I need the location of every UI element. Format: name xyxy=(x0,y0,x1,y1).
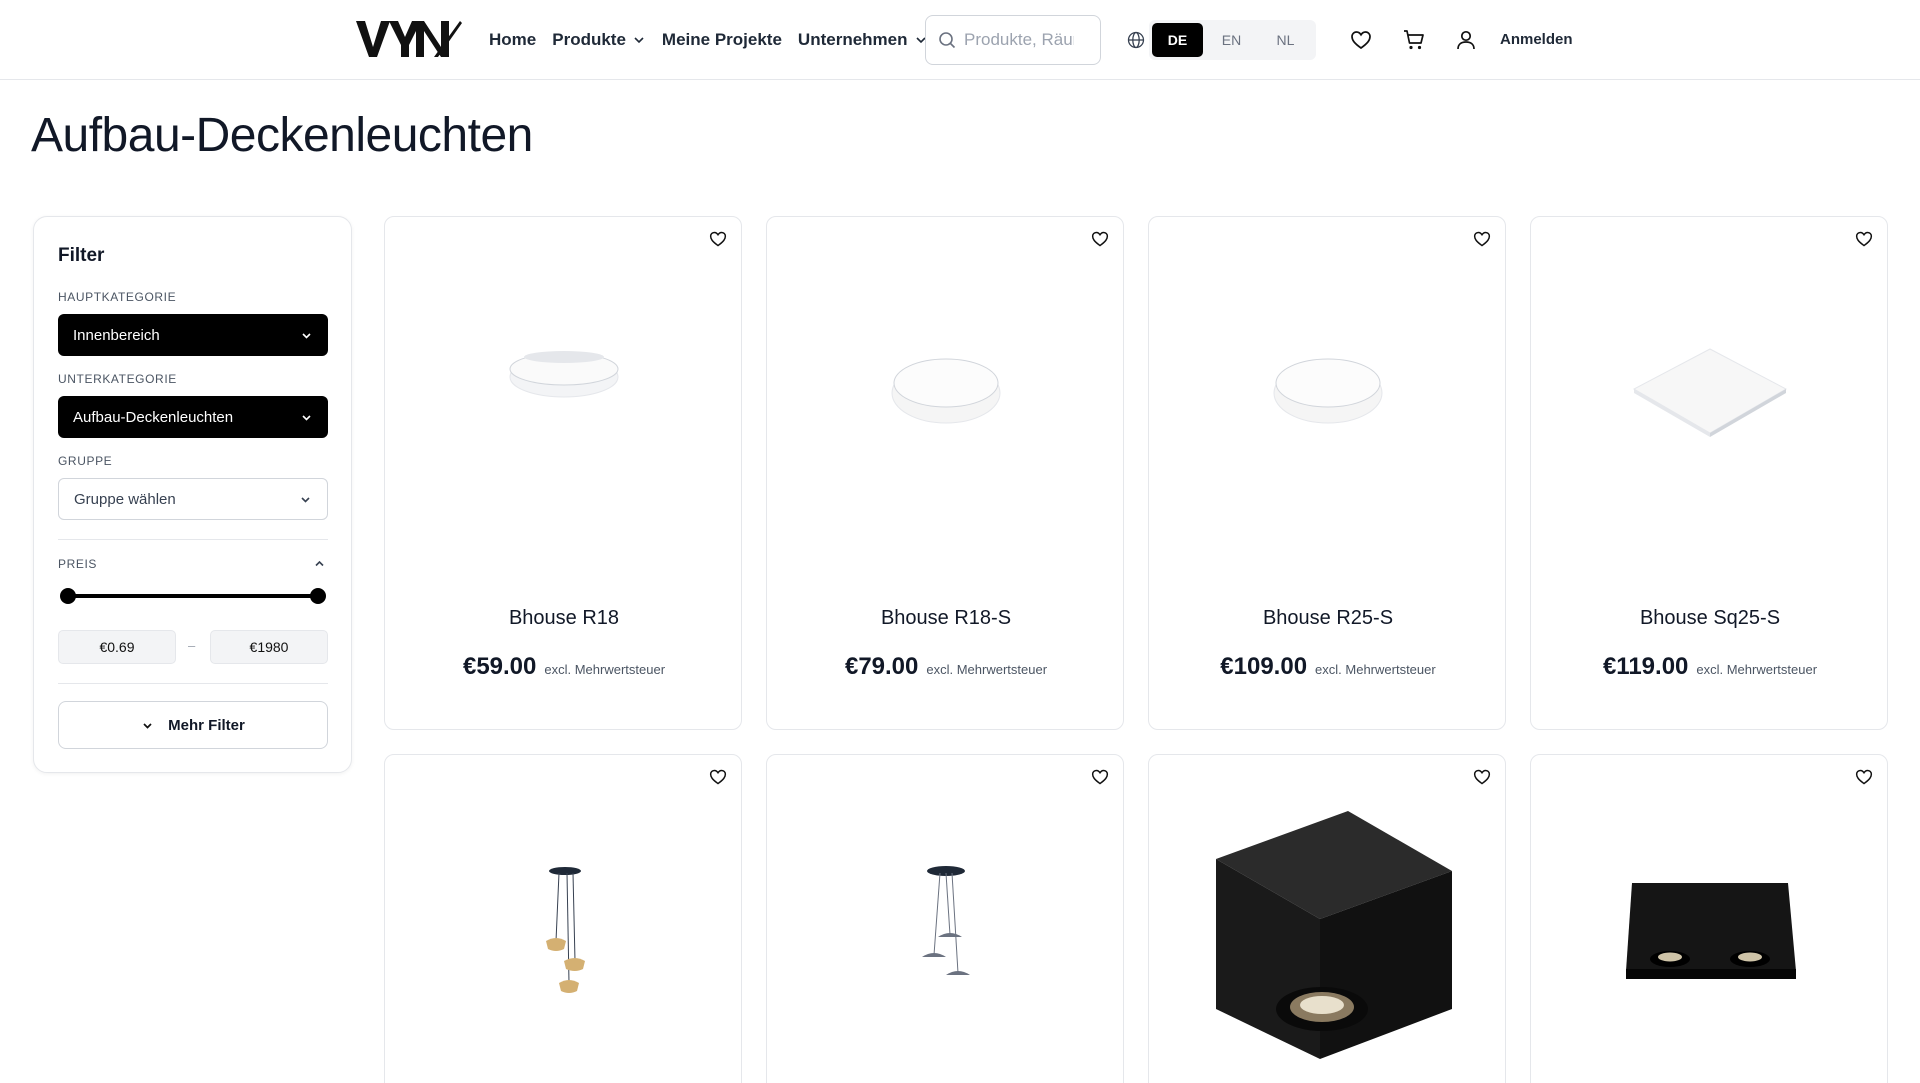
sub-category-label: UNTERKATEGORIE xyxy=(58,372,177,386)
filter-divider xyxy=(58,683,328,684)
price-separator: – xyxy=(188,638,196,653)
nav-unternehmen-label: Unternehmen xyxy=(797,30,908,49)
product-card[interactable] xyxy=(1530,754,1888,1083)
product-name: Bhouse Sq25-S xyxy=(1639,607,1781,629)
product-image xyxy=(1531,347,1887,437)
product-image xyxy=(385,865,741,1001)
product-price: €119.00 excl. Mehrwertsteuer xyxy=(1531,653,1887,681)
heart-icon[interactable] xyxy=(1473,230,1491,248)
heart-icon[interactable] xyxy=(1091,768,1109,786)
search-box[interactable] xyxy=(925,15,1101,65)
product-name: Bhouse R25-S xyxy=(1262,607,1394,629)
product-price: €59.00 excl. Mehrwertsteuer xyxy=(385,653,741,681)
sub-category-select[interactable]: Aufbau-Deckenleuchten xyxy=(58,396,328,438)
price-label: PREIS xyxy=(58,557,98,571)
heart-icon[interactable] xyxy=(709,768,727,786)
product-price-amount: €79.00 xyxy=(844,653,919,680)
heart-icon[interactable] xyxy=(709,230,727,248)
product-tax-note: excl. Mehrwertsteuer xyxy=(926,662,1048,677)
product-card[interactable]: Bhouse R25-S €109.00 excl. Mehrwertsteue… xyxy=(1148,216,1506,730)
price-max-value: €1980 xyxy=(249,639,289,655)
nav-meine-projekte-label: Meine Projekte xyxy=(661,30,782,49)
nav-home[interactable]: Home xyxy=(489,30,536,50)
product-image xyxy=(1149,355,1505,425)
product-price-amount: €119.00 xyxy=(1602,653,1689,680)
product-image xyxy=(1149,801,1505,1061)
lang-nl[interactable]: NL xyxy=(1260,23,1311,57)
main-nav: Home Produkte Meine Projekte Unternehmen xyxy=(489,0,928,80)
lang-en[interactable]: EN xyxy=(1206,23,1257,57)
product-tax-note: excl. Mehrwertsteuer xyxy=(1696,662,1818,677)
main-category-value: Innenbereich xyxy=(73,326,160,344)
price-slider-max-handle[interactable] xyxy=(310,588,326,604)
nav-unternehmen[interactable]: Unternehmen xyxy=(798,30,928,50)
chevron-down-icon xyxy=(302,332,311,339)
nav-meine-projekte[interactable]: Meine Projekte xyxy=(662,30,782,50)
chevron-down-icon xyxy=(143,722,152,729)
product-card[interactable]: Bhouse R18 €59.00 excl. Mehrwertsteuer xyxy=(384,216,742,730)
product-image xyxy=(767,355,1123,425)
more-filters-button[interactable]: Mehr Filter xyxy=(58,701,328,749)
chevron-up-icon[interactable] xyxy=(313,557,326,570)
lang-de[interactable]: DE xyxy=(1152,23,1203,57)
chevron-down-icon xyxy=(301,496,310,503)
cart-icon[interactable] xyxy=(1403,29,1425,51)
chevron-down-icon xyxy=(634,37,644,44)
globe-icon xyxy=(1127,31,1145,49)
page-title: Aufbau-Deckenleuchten xyxy=(31,109,533,162)
group-select[interactable]: Gruppe wählen xyxy=(58,478,328,520)
product-card[interactable]: Bhouse R18-S €79.00 excl. Mehrwertsteuer xyxy=(766,216,1124,730)
product-price: €79.00 excl. Mehrwertsteuer xyxy=(767,653,1123,681)
price-slider-min-handle[interactable] xyxy=(60,588,76,604)
heart-icon[interactable] xyxy=(1855,230,1873,248)
product-name: Bhouse R18-S xyxy=(880,607,1012,629)
price-max-input[interactable]: €1980 xyxy=(210,630,328,664)
product-tax-note: excl. Mehrwertsteuer xyxy=(544,662,666,677)
nav-produkte-label: Produkte xyxy=(552,30,626,49)
login-link[interactable]: Anmelden xyxy=(1500,31,1573,48)
filter-title: Filter xyxy=(58,245,105,266)
product-image xyxy=(385,347,741,403)
price-slider-track[interactable] xyxy=(68,594,318,598)
product-price-amount: €59.00 xyxy=(462,653,537,680)
main-category-label: HAUPTKATEGORIE xyxy=(58,290,177,304)
group-label: GRUPPE xyxy=(58,454,113,468)
nav-produkte[interactable]: Produkte xyxy=(552,30,646,50)
language-switcher: DE EN NL xyxy=(1149,20,1316,60)
product-name: Bhouse R18 xyxy=(508,607,620,629)
product-card[interactable] xyxy=(1148,754,1506,1083)
product-card[interactable]: Bhouse Sq25-S €119.00 excl. Mehrwertsteu… xyxy=(1530,216,1888,730)
user-icon[interactable] xyxy=(1455,29,1477,51)
heart-icon[interactable] xyxy=(1091,230,1109,248)
product-image xyxy=(1531,875,1887,981)
price-min-value: €0.69 xyxy=(99,639,135,655)
price-min-input[interactable]: €0.69 xyxy=(58,630,176,664)
heart-icon[interactable] xyxy=(1473,768,1491,786)
product-price-amount: €109.00 xyxy=(1220,653,1308,680)
product-tax-note: excl. Mehrwertsteuer xyxy=(1315,662,1436,677)
search-input[interactable] xyxy=(964,30,1074,50)
product-price: €109.00 excl. Mehrwertsteuer xyxy=(1149,653,1505,681)
product-card[interactable] xyxy=(384,754,742,1083)
sub-category-value: Aufbau-Deckenleuchten xyxy=(73,408,234,426)
search-icon xyxy=(939,32,956,49)
product-card[interactable] xyxy=(766,754,1124,1083)
chevron-down-icon xyxy=(302,414,311,421)
group-value: Gruppe wählen xyxy=(74,490,176,508)
filter-panel: Filter HAUPTKATEGORIE Innenbereich UNTER… xyxy=(33,216,352,773)
vyn-logo[interactable] xyxy=(356,19,462,59)
filter-divider xyxy=(58,539,328,540)
more-filters-label: Mehr Filter xyxy=(168,716,245,734)
nav-home-label: Home xyxy=(489,30,537,49)
product-image xyxy=(767,865,1123,1001)
main-category-select[interactable]: Innenbereich xyxy=(58,314,328,356)
heart-icon[interactable] xyxy=(1855,768,1873,786)
site-header: Home Produkte Meine Projekte Unternehmen… xyxy=(0,0,1920,80)
heart-icon[interactable] xyxy=(1350,29,1372,51)
